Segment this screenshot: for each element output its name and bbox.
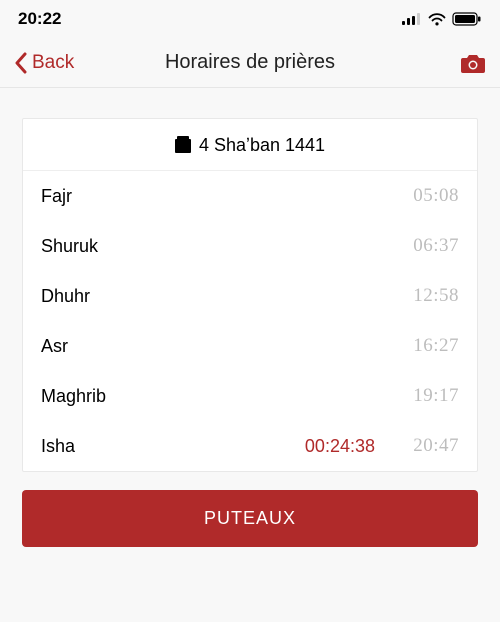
prayer-name: Dhuhr <box>41 286 403 307</box>
location-button[interactable]: PUTEAUX <box>22 490 478 547</box>
prayer-name: Isha <box>41 436 305 457</box>
prayer-name: Fajr <box>41 186 403 207</box>
prayer-row: Dhuhr12:58 <box>23 271 477 321</box>
prayer-row: Shuruk06:37 <box>23 221 477 271</box>
prayer-rows: Fajr05:08Shuruk06:37Dhuhr12:58Asr16:27Ma… <box>23 171 477 471</box>
status-time: 20:22 <box>18 9 61 29</box>
prayer-time: 19:17 <box>403 385 459 407</box>
prayer-row: Asr16:27 <box>23 321 477 371</box>
prayer-name: Shuruk <box>41 236 403 257</box>
prayer-time: 12:58 <box>403 285 459 307</box>
hijri-date: 4 Shaʼban 1441 <box>199 135 325 156</box>
chevron-left-icon <box>14 52 28 74</box>
back-button[interactable]: Back <box>14 52 74 74</box>
prayer-times-card: 4 Shaʼban 1441 Fajr05:08Shuruk06:37Dhuhr… <box>22 118 478 472</box>
prayer-time: 20:47 <box>403 435 459 457</box>
content: 4 Shaʼban 1441 Fajr05:08Shuruk06:37Dhuhr… <box>0 88 500 472</box>
prayer-name: Maghrib <box>41 386 403 407</box>
camera-button[interactable] <box>460 52 486 74</box>
prayer-row: Fajr05:08 <box>23 171 477 221</box>
prayer-time: 16:27 <box>403 335 459 357</box>
prayer-row: Maghrib19:17 <box>23 371 477 421</box>
prayer-time: 06:37 <box>403 235 459 257</box>
card-header: 4 Shaʼban 1441 <box>23 119 477 171</box>
back-label: Back <box>32 52 74 74</box>
prayer-row: Isha00:24:38 20:47 <box>23 421 477 471</box>
page-title: Horaires de prières <box>0 51 500 74</box>
camera-icon <box>460 52 486 74</box>
prayer-time: 05:08 <box>403 185 459 207</box>
nav-bar: Back Horaires de prières <box>0 38 500 88</box>
prayer-name: Asr <box>41 336 403 357</box>
battery-icon <box>452 12 482 26</box>
calendar-icon <box>175 139 191 153</box>
signal-icon <box>402 13 422 25</box>
prayer-countdown: 00:24:38 <box>305 436 375 457</box>
wifi-icon <box>428 13 446 26</box>
status-indicators <box>402 12 482 26</box>
status-bar: 20:22 <box>0 0 500 38</box>
